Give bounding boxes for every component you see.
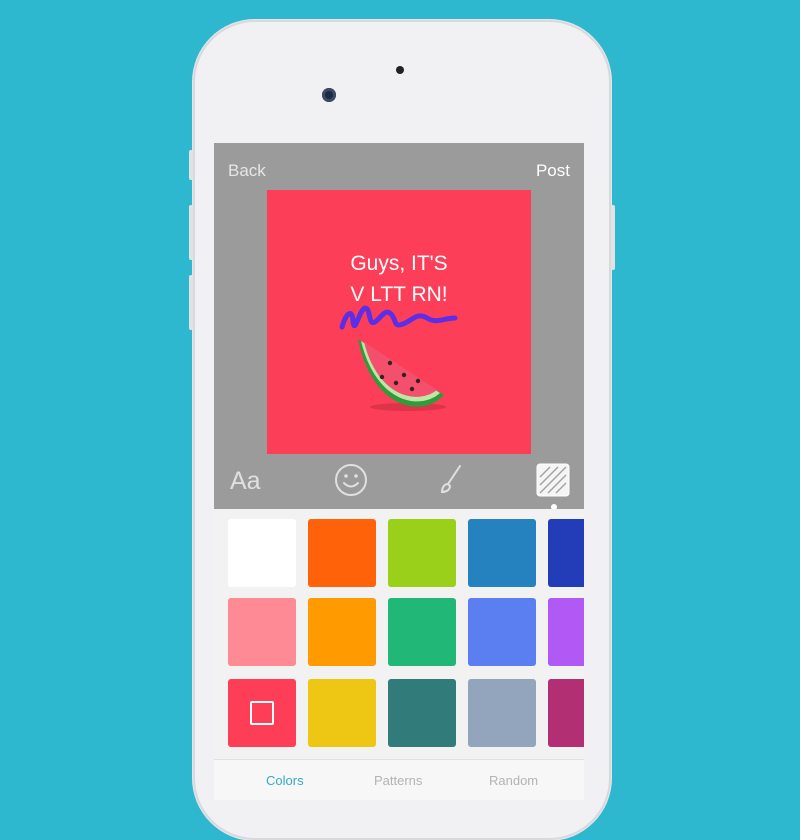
app-screen: Back Post Guys, IT'S V LTT RN! Aa Colors… [214, 143, 584, 800]
tab-bar: Colors Patterns Random [214, 759, 584, 800]
color-swatch[interactable] [228, 519, 296, 587]
color-swatch[interactable] [308, 598, 376, 666]
color-swatch[interactable] [388, 679, 456, 747]
mute-switch [189, 150, 193, 180]
proximity-sensor [396, 66, 404, 74]
volume-up-button [189, 205, 193, 260]
tab-random[interactable]: Random [489, 773, 538, 788]
front-camera [322, 88, 336, 102]
color-swatch[interactable] [468, 679, 536, 747]
color-swatch[interactable] [388, 598, 456, 666]
emoji-smiley-icon[interactable] [334, 463, 368, 497]
color-swatch[interactable] [548, 598, 584, 666]
background-pattern-icon[interactable] [536, 463, 570, 497]
color-palette [214, 509, 584, 759]
watermelon-sticker[interactable] [352, 333, 452, 415]
selected-swatch-indicator [250, 701, 274, 725]
text-icon[interactable]: Aa [230, 467, 261, 496]
color-swatch[interactable] [548, 679, 584, 747]
post-button[interactable]: Post [536, 161, 570, 181]
nav-bar: Back Post [214, 143, 584, 193]
color-swatch[interactable] [388, 519, 456, 587]
color-swatch[interactable] [228, 679, 296, 747]
color-swatch[interactable] [308, 519, 376, 587]
color-swatch[interactable] [308, 679, 376, 747]
back-button[interactable]: Back [228, 161, 266, 181]
color-swatch[interactable] [468, 598, 536, 666]
post-canvas[interactable]: Guys, IT'S V LTT RN! [267, 190, 531, 454]
editor-toolbar: Aa [214, 459, 584, 509]
volume-down-button [189, 275, 193, 330]
color-swatch[interactable] [228, 598, 296, 666]
brush-icon[interactable] [436, 463, 466, 497]
power-button [611, 205, 615, 270]
tab-patterns[interactable]: Patterns [374, 773, 422, 788]
color-swatch[interactable] [548, 519, 584, 587]
color-swatch[interactable] [468, 519, 536, 587]
tab-colors[interactable]: Colors [266, 773, 304, 788]
